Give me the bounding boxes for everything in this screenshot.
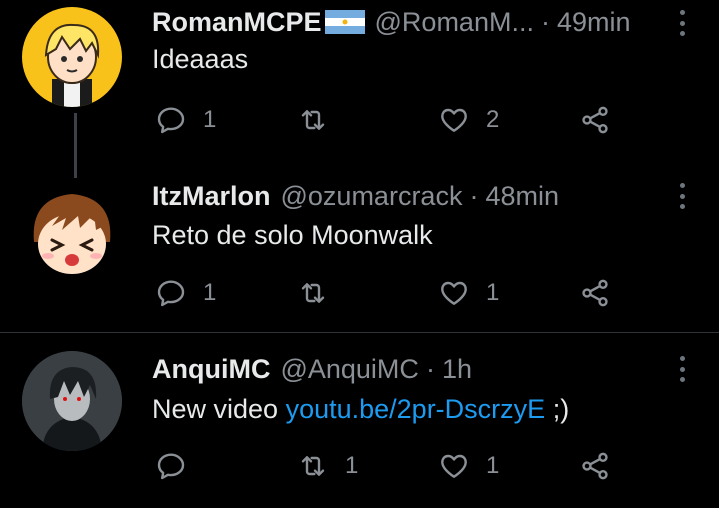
tweet-text: Reto de solo Moonwalk [152, 220, 433, 250]
reply-icon [157, 280, 185, 307]
heart-icon [441, 454, 467, 478]
tweet-itzmarlon[interactable]: ItzMarlon @ozumarcrack · 48min Reto de s… [0, 170, 719, 330]
retweet-count: 1 [345, 452, 359, 479]
tweet-link[interactable]: youtu.be/2pr-DscrzyE [286, 394, 546, 424]
like-count: 1 [486, 279, 500, 306]
tweet-romanmcpe[interactable]: RomanMCPE @RomanM... · 49min Ideaaas 1 2 [0, 0, 719, 178]
tweet-text: New video youtu.be/2pr-DscrzyE ;) [152, 394, 569, 425]
timestamp[interactable]: 49min [557, 7, 631, 38]
retweet-button[interactable] [297, 273, 345, 313]
like-button[interactable]: 2 [438, 100, 499, 140]
handle[interactable]: @AnquiMC [280, 354, 418, 385]
tweet-header: RomanMCPE @RomanM... · 49min [152, 2, 631, 42]
retweet-icon [301, 283, 325, 303]
share-button[interactable] [579, 446, 611, 486]
tweet-header: ItzMarlon @ozumarcrack · 48min [152, 176, 559, 216]
separator-dot: · [425, 353, 435, 384]
reply-icon [157, 107, 185, 134]
avatar-itzmarlon[interactable] [22, 180, 122, 280]
like-button[interactable]: 1 [438, 446, 499, 486]
avatar-romanmcpe[interactable] [22, 7, 122, 107]
separator-dot: · [469, 180, 479, 211]
share-button[interactable] [579, 273, 611, 313]
reply-icon [157, 453, 185, 480]
tweet-text: Ideaaas [152, 44, 249, 74]
display-name[interactable]: AnquiMC [152, 354, 270, 385]
retweet-button[interactable] [297, 100, 345, 140]
reply-count: 1 [203, 106, 217, 133]
handle[interactable]: @RomanM... [375, 7, 534, 38]
share-icon [582, 452, 608, 480]
thread-line [74, 113, 77, 178]
like-count: 2 [486, 106, 500, 133]
like-count: 1 [486, 452, 500, 479]
tweet-text-before-link: New video [152, 394, 286, 424]
more-options-icon[interactable] [677, 356, 687, 382]
reply-count: 1 [203, 279, 217, 306]
handle[interactable]: @ozumarcrack [281, 181, 463, 212]
retweet-icon [301, 110, 325, 130]
tweet-actions: 1 1 [155, 446, 625, 486]
tweet-header: AnquiMC @AnquiMC · 1h [152, 349, 472, 389]
share-icon [582, 279, 608, 307]
reply-button[interactable] [155, 446, 203, 486]
tweet-text-after-link: ;) [545, 394, 570, 424]
share-icon [582, 106, 608, 134]
tweet-anquimc[interactable]: AnquiMC @AnquiMC · 1h New video youtu.be… [0, 333, 719, 508]
reply-button[interactable]: 1 [155, 100, 216, 140]
display-name[interactable]: ItzMarlon [152, 181, 271, 212]
more-options-icon[interactable] [677, 183, 687, 209]
heart-icon [441, 108, 467, 132]
retweet-icon [301, 456, 325, 476]
reply-button[interactable]: 1 [155, 273, 216, 313]
tweet-actions: 1 1 [155, 273, 625, 313]
timestamp[interactable]: 48min [485, 181, 559, 212]
avatar-anquimc[interactable] [22, 351, 122, 451]
separator-dot: · [540, 6, 550, 37]
more-options-icon[interactable] [677, 10, 687, 36]
display-name[interactable]: RomanMCPE [152, 7, 322, 38]
share-button[interactable] [579, 100, 611, 140]
retweet-button[interactable]: 1 [297, 446, 358, 486]
like-button[interactable]: 1 [438, 273, 499, 313]
argentina-flag-icon [324, 10, 365, 34]
tweet-actions: 1 2 [155, 100, 625, 140]
timestamp[interactable]: 1h [442, 354, 472, 385]
heart-icon [441, 281, 467, 305]
